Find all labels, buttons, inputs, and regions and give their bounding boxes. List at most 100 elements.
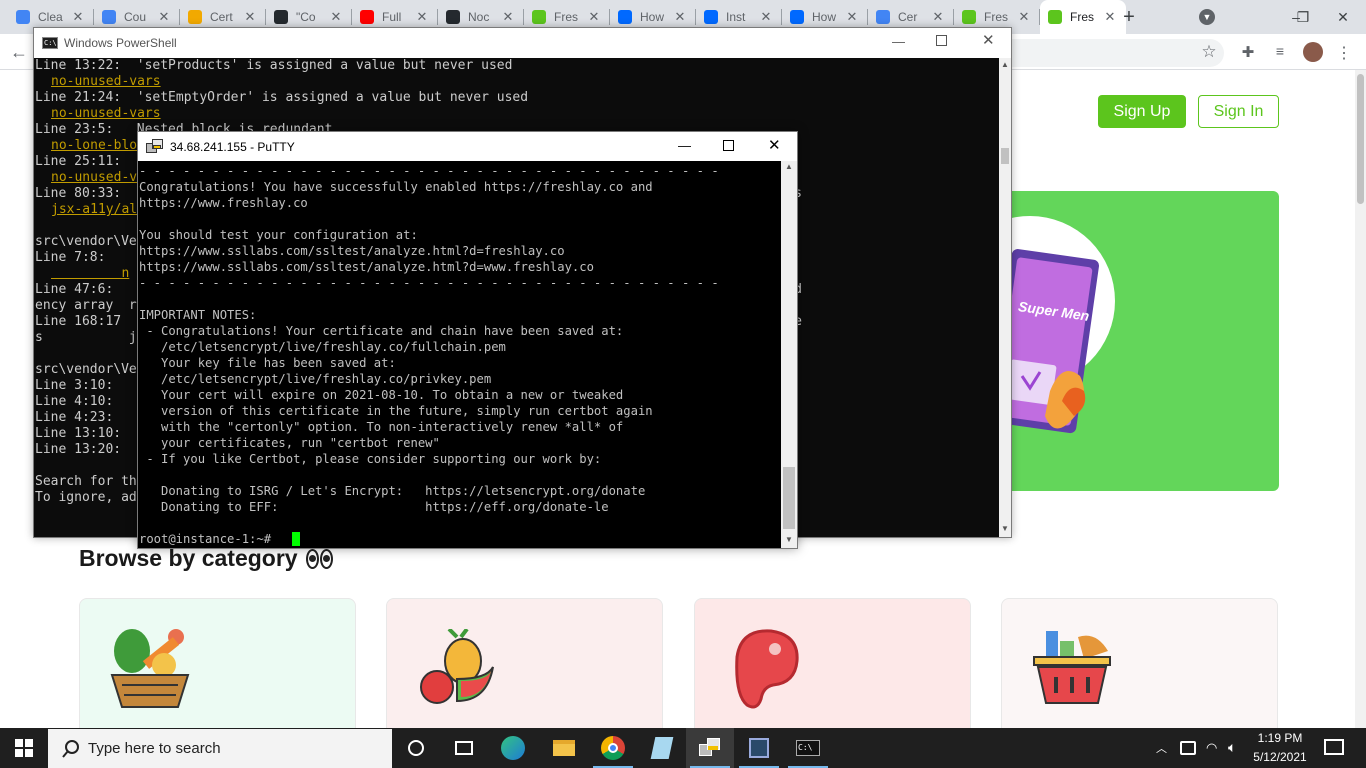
task-view-button[interactable] bbox=[440, 728, 488, 768]
powershell-maximize-button[interactable] bbox=[936, 35, 947, 46]
close-icon[interactable]: ✕ bbox=[156, 9, 172, 25]
tab-9[interactable]: Inst ✕ bbox=[696, 5, 782, 29]
tab-6[interactable]: Noc ✕ bbox=[438, 5, 524, 29]
terminal-line: with the "certonly" option. To non-inter… bbox=[139, 420, 624, 434]
putty-icon bbox=[146, 138, 164, 155]
sign-in-button[interactable]: Sign In bbox=[1198, 95, 1279, 128]
scroll-down-icon[interactable]: ▼ bbox=[1001, 524, 1009, 533]
tab-10[interactable]: How ✕ bbox=[782, 5, 868, 29]
putty-close-button[interactable]: ✕ bbox=[768, 136, 781, 154]
taskbar-powershell[interactable]: C:\ bbox=[784, 728, 832, 768]
taskbar-file-explorer[interactable] bbox=[540, 728, 588, 768]
tab-13[interactable]: Fres ✕ bbox=[1040, 0, 1126, 34]
google-icon bbox=[102, 10, 116, 24]
putty-scroll-thumb[interactable] bbox=[783, 467, 795, 529]
tab-label: Clea bbox=[38, 10, 63, 24]
console-line: Line 7:8: bbox=[35, 250, 106, 265]
tab-2[interactable]: Cou ✕ bbox=[94, 5, 180, 29]
cortana-icon bbox=[408, 740, 424, 756]
close-icon[interactable]: ✕ bbox=[328, 9, 344, 25]
search-icon bbox=[62, 739, 79, 758]
taskbar-date[interactable]: 5/12/2021 bbox=[1252, 750, 1308, 764]
close-icon[interactable]: ✕ bbox=[586, 9, 602, 25]
putty-titlebar[interactable]: 34.68.241.155 - PuTTY — ✕ bbox=[138, 132, 797, 161]
taskbar-time[interactable]: 1:19 PM bbox=[1252, 731, 1308, 745]
close-icon[interactable]: ✕ bbox=[242, 9, 258, 25]
start-button[interactable] bbox=[0, 728, 48, 768]
taskbar-remote-app[interactable] bbox=[735, 728, 783, 768]
tab-4[interactable]: "Co ✕ bbox=[266, 5, 352, 29]
tab-12[interactable]: Fres ✕ bbox=[954, 5, 1040, 29]
browser-menu-icon[interactable]: ⋮ bbox=[1336, 43, 1352, 63]
console-line: Search for th bbox=[35, 474, 137, 489]
tab-5[interactable]: Full ✕ bbox=[352, 5, 438, 29]
tab-11[interactable]: Cer ✕ bbox=[868, 5, 954, 29]
volume-icon[interactable]: 🔈︎ bbox=[1228, 739, 1246, 755]
notification-icon[interactable] bbox=[1324, 739, 1344, 755]
close-icon[interactable]: ✕ bbox=[930, 9, 946, 25]
page-scrollbar-thumb[interactable] bbox=[1357, 74, 1364, 204]
putty-maximize-button[interactable] bbox=[723, 140, 734, 151]
close-icon[interactable]: ✕ bbox=[414, 9, 430, 25]
close-icon[interactable]: ✕ bbox=[70, 9, 86, 25]
cortana-button[interactable] bbox=[392, 728, 440, 768]
close-icon[interactable]: ✕ bbox=[844, 9, 860, 25]
close-icon[interactable]: ✕ bbox=[1016, 9, 1032, 25]
extensions-puzzle-icon[interactable]: ✚ bbox=[1238, 43, 1258, 63]
putty-window[interactable]: 34.68.241.155 - PuTTY — ✕ - - - - - - - … bbox=[137, 131, 798, 549]
terminal-line: version of this certificate in the futur… bbox=[139, 404, 653, 418]
powershell-scroll-thumb[interactable] bbox=[1001, 148, 1009, 164]
chevron-up-icon[interactable]: ︿ bbox=[1156, 740, 1172, 756]
powershell-icon: C:\ bbox=[796, 740, 820, 756]
scroll-up-icon[interactable]: ▲ bbox=[785, 162, 793, 171]
freshlay-icon bbox=[962, 10, 976, 24]
category-card-vegetables[interactable] bbox=[79, 598, 356, 738]
terminal-line: https://www.ssllabs.com/ssltest/analyze.… bbox=[139, 244, 565, 258]
close-icon[interactable]: ✕ bbox=[1102, 9, 1118, 25]
address-bar[interactable] bbox=[1012, 39, 1224, 67]
category-card-grocery[interactable] bbox=[1001, 598, 1278, 738]
digitalocean-icon bbox=[790, 10, 804, 24]
tab-1[interactable]: Clea ✕ bbox=[8, 5, 94, 29]
powershell-titlebar[interactable]: C:\ Windows PowerShell — ✕ bbox=[34, 28, 1011, 58]
digitalocean-icon bbox=[704, 10, 718, 24]
console-line: Line 13:22: 'setProducts' is assigned a … bbox=[35, 58, 513, 73]
category-card-meat[interactable] bbox=[694, 598, 971, 738]
tab-label: Fres bbox=[1070, 10, 1094, 24]
close-icon[interactable]: ✕ bbox=[500, 9, 516, 25]
media-control-icon[interactable]: ≡ bbox=[1270, 43, 1290, 63]
new-tab-button[interactable]: + bbox=[1118, 6, 1140, 28]
edge-icon bbox=[501, 736, 525, 760]
taskbar-edge[interactable] bbox=[489, 728, 537, 768]
powershell-scrollbar[interactable]: ▲ ▼ bbox=[999, 58, 1011, 537]
close-icon[interactable]: ✕ bbox=[672, 9, 688, 25]
taskbar-search-box[interactable]: Type here to search bbox=[48, 729, 392, 768]
sign-up-button[interactable]: Sign Up bbox=[1098, 95, 1186, 128]
tab-search-button[interactable]: ▼ bbox=[1196, 8, 1218, 26]
terminal-line: Your key file has been saved at: bbox=[139, 356, 396, 370]
category-card-fruits[interactable] bbox=[386, 598, 663, 738]
putty-minimize-button[interactable]: — bbox=[678, 138, 691, 153]
taskbar-chrome[interactable] bbox=[589, 728, 637, 768]
putty-terminal[interactable]: - - - - - - - - - - - - - - - - - - - - … bbox=[138, 161, 781, 548]
console-line: no-unused-vars bbox=[51, 74, 161, 89]
tab-7[interactable]: Fres ✕ bbox=[524, 5, 610, 29]
freshlay-icon bbox=[532, 10, 546, 24]
taskbar-putty[interactable] bbox=[686, 728, 734, 768]
browser-close-button[interactable]: ✕ bbox=[1320, 4, 1366, 30]
bookmark-star-icon[interactable]: ☆ bbox=[1199, 42, 1219, 62]
powershell-minimize-button[interactable]: — bbox=[892, 34, 905, 49]
battery-icon[interactable] bbox=[1180, 741, 1196, 755]
wifi-icon[interactable]: ◠ bbox=[1206, 740, 1222, 756]
close-icon[interactable]: ✕ bbox=[758, 9, 774, 25]
tab-3[interactable]: Cert ✕ bbox=[180, 5, 266, 29]
powershell-close-button[interactable]: ✕ bbox=[982, 31, 995, 49]
terminal-line: Congratulations! You have successfully e… bbox=[139, 180, 653, 194]
putty-scrollbar[interactable]: ▲ ▼ bbox=[781, 161, 797, 548]
scroll-down-icon[interactable]: ▼ bbox=[785, 535, 793, 544]
taskbar-notepad[interactable] bbox=[638, 728, 686, 768]
tab-8[interactable]: How ✕ bbox=[610, 5, 696, 29]
back-arrow-icon[interactable]: ← bbox=[10, 42, 34, 62]
profile-avatar[interactable] bbox=[1303, 42, 1323, 62]
scroll-up-icon[interactable]: ▲ bbox=[1001, 60, 1009, 69]
